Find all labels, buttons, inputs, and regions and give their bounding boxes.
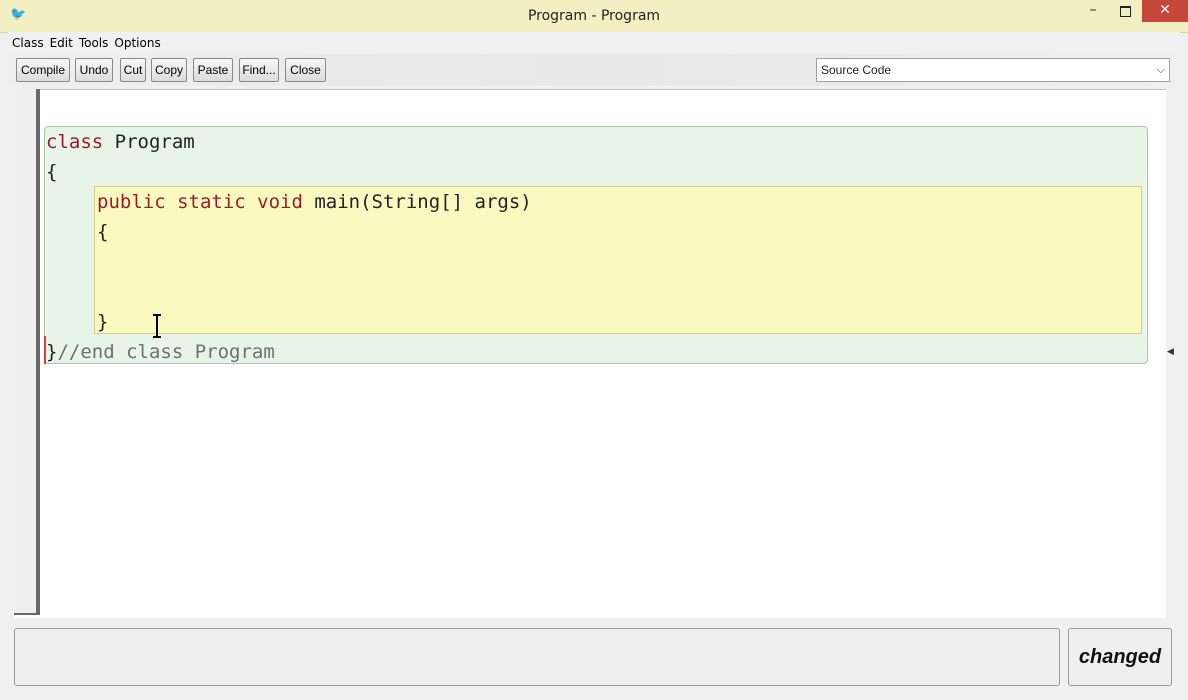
keyword-class: class [46, 131, 104, 153]
chevron-down-icon: ⌵ [1156, 63, 1165, 76]
keyword-public: public [97, 191, 166, 213]
code-line-end-class[interactable]: }//end class Program [46, 340, 275, 364]
minimize-icon: – [1089, 2, 1097, 18]
text-cursor [44, 336, 46, 364]
find-button[interactable]: Find... [239, 58, 279, 82]
window-title: Program - Program [527, 8, 661, 24]
close-icon: ✕ [1159, 2, 1171, 18]
undo-button[interactable]: Undo [75, 58, 113, 82]
end-class-comment: //end class Program [57, 341, 275, 363]
collapse-arrow-icon[interactable]: ◀ [1167, 347, 1174, 357]
class-close-brace: } [46, 341, 58, 363]
minimize-button[interactable]: – [1078, 0, 1108, 22]
ibeam-cursor-icon [153, 314, 161, 338]
toolbar: Compile Undo Cut Copy Paste Find... Clos… [8, 54, 1180, 86]
maximize-button[interactable] [1110, 0, 1140, 22]
close-button[interactable]: Close [285, 58, 326, 82]
code-line-class[interactable]: class Program [46, 130, 195, 154]
code-line-method-close-brace[interactable]: } [97, 310, 108, 334]
method-signature: main(String[] args) [302, 191, 532, 213]
cut-button[interactable]: Cut [120, 58, 146, 82]
keyword-static: static [165, 191, 246, 213]
status-badge: changed [1068, 628, 1172, 686]
compile-button[interactable]: Compile [16, 58, 70, 82]
code-line-method[interactable]: public static void main(String[] args) [97, 190, 532, 214]
paste-button[interactable]: Paste [193, 58, 233, 82]
view-select[interactable]: Source Code ⌵ [816, 58, 1170, 82]
menu-edit[interactable]: Edit [47, 34, 76, 52]
menu-bar: Class Edit Tools Options [8, 32, 1180, 52]
view-select-value: Source Code [821, 63, 892, 77]
copy-button[interactable]: Copy [151, 58, 187, 82]
menu-options[interactable]: Options [111, 34, 163, 52]
title-bar: 🐦 Program - Program – ✕ [0, 0, 1188, 33]
menu-class[interactable]: Class [8, 34, 47, 52]
close-window-button[interactable]: ✕ [1142, 0, 1188, 22]
maximize-icon [1119, 6, 1131, 17]
message-area [14, 628, 1060, 686]
menu-tools[interactable]: Tools [76, 34, 112, 52]
code-line-method-open-brace[interactable]: { [97, 220, 108, 244]
code-line-open-brace[interactable]: { [46, 160, 57, 184]
keyword-void: void [245, 191, 303, 213]
line-gutter [14, 89, 40, 615]
class-name: Program [103, 131, 195, 153]
